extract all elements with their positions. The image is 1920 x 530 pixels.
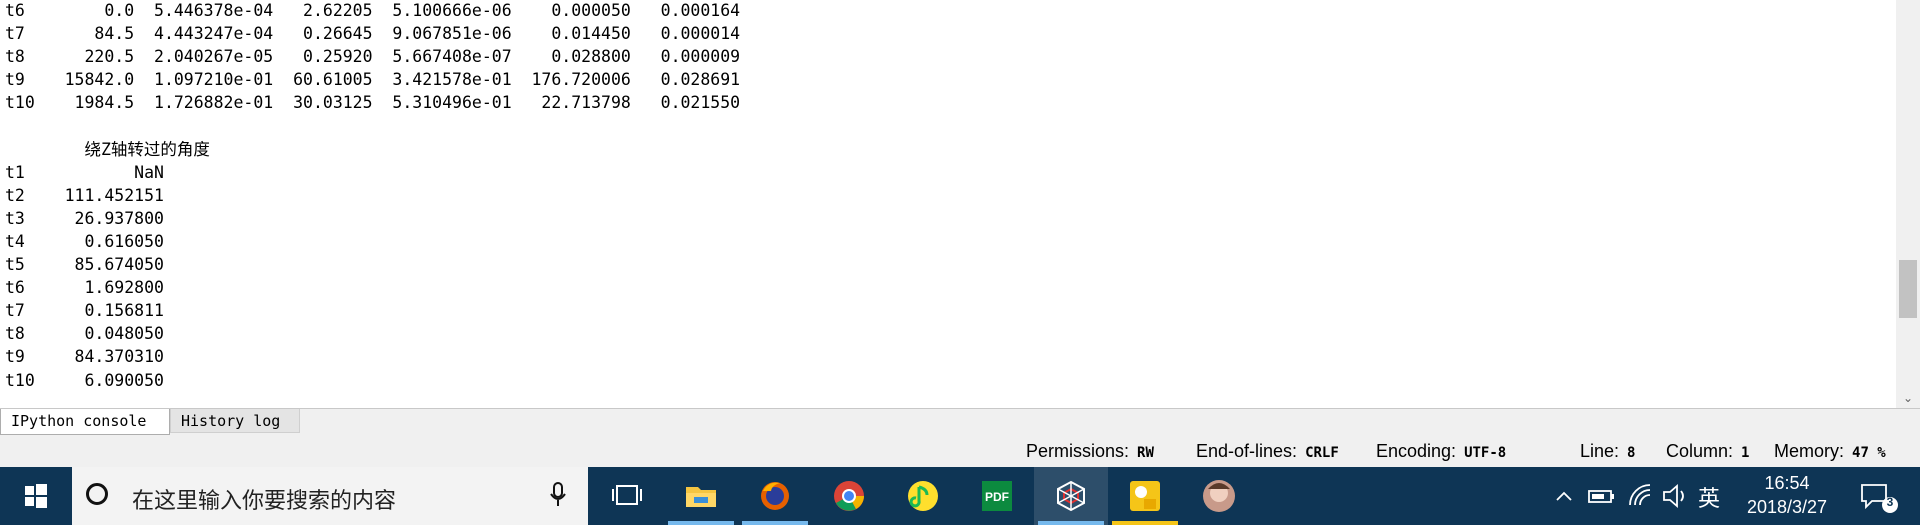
spider-web-icon — [1057, 480, 1085, 512]
clock-date: 2018/3/27 — [1746, 497, 1828, 517]
status-permissions-label: Permissions: — [1026, 441, 1130, 461]
status-eol-label: End-of-lines: — [1196, 441, 1298, 461]
status-column-value: 1 — [1741, 445, 1750, 461]
status-memory-value: 47 % — [1852, 445, 1886, 461]
console-scrollbar[interactable]: ⌄ — [1896, 0, 1920, 408]
status-eol: End-of-lines: CRLF — [1196, 441, 1339, 462]
status-memory: Memory: 47 % — [1774, 441, 1886, 462]
firefox-icon — [761, 482, 789, 510]
tab-history-log[interactable]: History log — [170, 409, 300, 433]
console-output: t6 0.0 5.446378e-04 2.62205 5.100666e-06… — [5, 1, 741, 390]
chrome-icon — [834, 481, 864, 511]
action-center-button[interactable]: 3 — [1850, 467, 1910, 525]
notification-count: 3 — [1886, 495, 1894, 509]
scroll-thumb[interactable] — [1899, 260, 1917, 318]
status-line-value: 8 — [1627, 445, 1636, 461]
windows-logo-icon — [25, 484, 47, 508]
pdf-icon: PDF — [982, 481, 1012, 511]
wifi-icon[interactable] — [1626, 467, 1654, 525]
scroll-down-icon[interactable]: ⌄ — [1896, 388, 1920, 408]
status-column: Column: 1 — [1666, 441, 1749, 462]
folder-icon — [686, 487, 716, 507]
taskbar-app-pdf[interactable]: PDF — [960, 467, 1034, 525]
task-view-icon — [612, 485, 642, 505]
input-language-indicator[interactable]: 英 — [1698, 481, 1720, 513]
status-permissions: Permissions: RW — [1026, 441, 1154, 462]
start-button[interactable] — [0, 467, 70, 525]
taskbar-app-qq-music[interactable] — [886, 467, 960, 525]
running-indicator — [1112, 521, 1178, 525]
ipython-console[interactable]: t6 0.0 5.446378e-04 2.62205 5.100666e-06… — [0, 0, 1920, 409]
running-indicator — [1038, 521, 1104, 525]
search-placeholder: 在这里输入你要搜索的内容 — [132, 489, 397, 514]
notification-icon — [1861, 484, 1898, 513]
running-indicator — [742, 521, 808, 525]
status-line: Line: 8 — [1580, 441, 1635, 462]
status-bar: Permissions: RW End-of-lines: CRLF Encodin… — [0, 435, 1920, 467]
status-encoding-label: Encoding: — [1376, 441, 1457, 461]
windows-taskbar: 在这里输入你要搜索的内容 PDF 英 16:54 2018/3/27 3 — [0, 467, 1920, 525]
svg-text:PDF: PDF — [985, 490, 1009, 504]
taskbar-app-firefox[interactable] — [738, 467, 812, 525]
microphone-icon[interactable] — [550, 482, 566, 508]
battery-icon[interactable] — [1586, 467, 1616, 525]
tab-ipython-console[interactable]: IPython console — [0, 409, 170, 435]
status-line-label: Line: — [1580, 441, 1620, 461]
taskbar-app-file-explorer[interactable] — [664, 467, 738, 525]
photo-viewer-icon — [1130, 481, 1160, 511]
status-column-label: Column: — [1666, 441, 1734, 461]
chevron-up-icon[interactable] — [1552, 467, 1576, 525]
volume-icon[interactable] — [1660, 467, 1690, 525]
pane-tab-bar: IPython console History log — [0, 409, 1920, 435]
task-view-button[interactable] — [590, 467, 664, 525]
status-permissions-value: RW — [1137, 445, 1154, 461]
status-eol-value: CRLF — [1305, 445, 1339, 461]
tab-label: History log — [181, 412, 281, 430]
cortana-icon — [86, 483, 108, 505]
taskbar-app-avatar[interactable] — [1182, 467, 1256, 525]
taskbar-app-spider[interactable] — [1034, 467, 1108, 525]
status-encoding-value: UTF-8 — [1464, 445, 1507, 461]
qq-music-icon — [908, 481, 938, 511]
taskbar-app-chrome[interactable] — [812, 467, 886, 525]
taskbar-search-box[interactable]: 在这里输入你要搜索的内容 — [72, 467, 588, 525]
taskbar-app-photo-viewer[interactable] — [1108, 467, 1182, 525]
clock[interactable]: 16:54 2018/3/27 — [1727, 467, 1847, 525]
status-memory-label: Memory: — [1774, 441, 1845, 461]
status-encoding: Encoding: UTF-8 — [1376, 441, 1506, 462]
avatar-icon — [1203, 480, 1235, 512]
clock-time: 16:54 — [1764, 473, 1810, 493]
running-indicator — [668, 521, 734, 525]
tab-label: IPython console — [11, 412, 147, 430]
